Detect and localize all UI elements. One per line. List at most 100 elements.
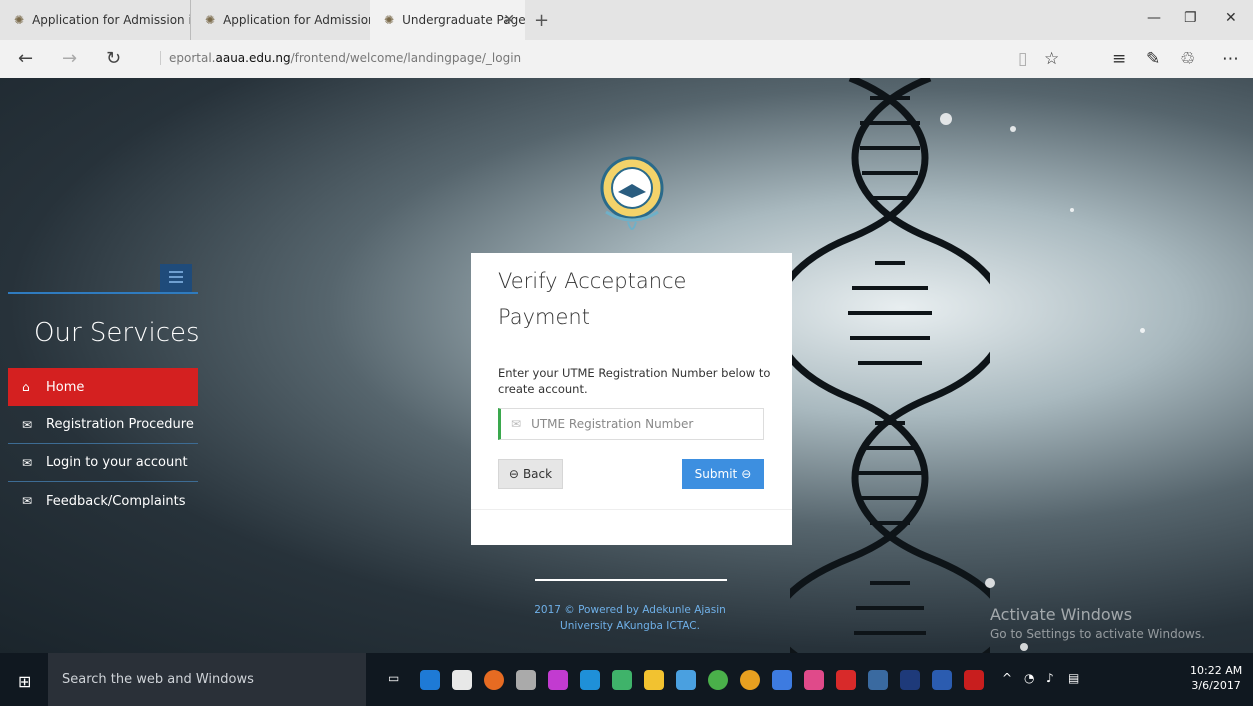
app-icon[interactable] bbox=[708, 670, 728, 690]
wifi-icon[interactable]: ◔ bbox=[1024, 671, 1034, 685]
decorative-dot bbox=[1020, 643, 1028, 651]
envelope-icon: ✉ bbox=[22, 417, 33, 432]
notifications-icon[interactable]: ▤ bbox=[1068, 671, 1079, 685]
url-prefix: eportal. bbox=[169, 51, 216, 65]
arrow-right-circle-icon: ⊖ bbox=[741, 467, 752, 481]
app-icon[interactable] bbox=[804, 670, 824, 690]
file-explorer-icon[interactable] bbox=[644, 670, 664, 690]
sidebar-item-label: Registration Procedure bbox=[46, 417, 194, 432]
form-hint: Enter your UTME Registration Number belo… bbox=[498, 366, 771, 396]
address-bar: ← → ↻ eportal.aaua.edu.ng/frontend/welco… bbox=[0, 40, 1253, 79]
sidebar-item-login[interactable]: ✉ Login to your account bbox=[8, 444, 198, 482]
share-icon[interactable]: ♲ bbox=[1180, 49, 1195, 69]
back-button-label: Back bbox=[522, 467, 553, 481]
clock-time: 10:22 AM bbox=[1190, 664, 1243, 677]
verify-acceptance-card: Verify Acceptance Payment Enter your UTM… bbox=[471, 253, 792, 545]
tab-application-2[interactable]: ✺ Application for Admission in bbox=[190, 0, 370, 40]
decorative-dot bbox=[1010, 126, 1016, 132]
more-icon[interactable]: ⋯ bbox=[1222, 49, 1239, 69]
form-title: Verify Acceptance Payment bbox=[498, 269, 687, 329]
tab-undergraduate-page[interactable]: ✺ Undergraduate Page | A ✕ bbox=[370, 0, 525, 40]
new-tab-icon[interactable]: + bbox=[534, 10, 549, 31]
sidebar-divider bbox=[8, 292, 198, 294]
store-icon[interactable] bbox=[452, 670, 472, 690]
back-button[interactable]: ⊖ Back bbox=[498, 459, 563, 489]
web-note-icon[interactable]: ✎ bbox=[1146, 49, 1160, 69]
utme-registration-field[interactable]: ✉ bbox=[498, 408, 764, 440]
acrobat-icon[interactable] bbox=[964, 670, 984, 690]
taskbar-clock[interactable]: 10:22 AM 3/6/2017 bbox=[1190, 663, 1242, 693]
reading-view-icon[interactable]: ▯ bbox=[1018, 49, 1027, 69]
tab-label: Application for Admission in bbox=[32, 13, 190, 27]
windows-taskbar: ⊞ Search the web and Windows ▭ ^ ◔ ♪ ▤ 1… bbox=[0, 653, 1253, 706]
word-icon[interactable] bbox=[932, 670, 952, 690]
app-icon[interactable] bbox=[612, 670, 632, 690]
envelope-icon: ✉ bbox=[22, 455, 33, 470]
refresh-icon[interactable]: ↻ bbox=[106, 48, 121, 69]
close-tab-icon[interactable]: ✕ bbox=[503, 12, 515, 28]
aaua-favicon-icon: ✺ bbox=[384, 13, 395, 27]
submit-button-label: Submit bbox=[694, 467, 738, 481]
taskbar-search-placeholder: Search the web and Windows bbox=[62, 672, 254, 687]
sidebar-item-label: Login to your account bbox=[46, 455, 188, 470]
services-menu: ⌂ Home ✉ Registration Procedure ✉ Login … bbox=[8, 368, 198, 520]
forward-arrow-icon[interactable]: → bbox=[62, 48, 77, 69]
hub-icon[interactable]: ≡ bbox=[1112, 49, 1126, 69]
firefox-icon[interactable] bbox=[484, 670, 504, 690]
envelope-icon: ✉ bbox=[22, 494, 33, 508]
utme-registration-input[interactable] bbox=[529, 416, 754, 432]
aaua-favicon-icon: ✺ bbox=[205, 13, 216, 27]
dna-helix-image bbox=[790, 78, 990, 653]
minimize-icon[interactable]: — bbox=[1147, 10, 1161, 26]
task-view-icon[interactable]: ▭ bbox=[388, 671, 399, 685]
url-field[interactable]: eportal.aaua.edu.ng/frontend/welcome/lan… bbox=[160, 51, 521, 65]
sidebar-title: Our Services bbox=[34, 318, 200, 348]
photoshop-icon[interactable] bbox=[900, 670, 920, 690]
home-icon: ⌂ bbox=[22, 380, 30, 394]
clock-date: 3/6/2017 bbox=[1191, 679, 1241, 692]
windows-start-icon[interactable]: ⊞ bbox=[18, 672, 31, 691]
arrow-left-circle-icon: ⊖ bbox=[508, 467, 519, 481]
media-app-icon[interactable] bbox=[548, 670, 568, 690]
back-arrow-icon[interactable]: ← bbox=[18, 48, 33, 69]
chevron-up-icon[interactable]: ^ bbox=[1002, 671, 1012, 685]
url-path: /frontend/welcome/landingpage/_login bbox=[290, 51, 522, 65]
aaua-favicon-icon: ✺ bbox=[14, 13, 25, 27]
decorative-dot bbox=[1140, 328, 1145, 333]
app-icon[interactable] bbox=[868, 670, 888, 690]
sidebar-item-registration-procedure[interactable]: ✉ Registration Procedure bbox=[8, 406, 198, 444]
page-background: Our Services ⌂ Home ✉ Registration Proce… bbox=[0, 78, 1253, 653]
envelope-icon: ✉ bbox=[511, 417, 522, 431]
sidebar-item-label: Feedback/Complaints bbox=[46, 493, 186, 509]
footer-divider bbox=[535, 579, 727, 581]
tab-strip: ✺ Application for Admission in ✺ Applica… bbox=[0, 0, 1253, 40]
decorative-dot bbox=[940, 113, 952, 125]
activate-windows-watermark: Activate Windows bbox=[990, 605, 1133, 624]
app-icon[interactable] bbox=[580, 670, 600, 690]
favorite-star-icon[interactable]: ☆ bbox=[1044, 49, 1059, 69]
app-icon[interactable] bbox=[772, 670, 792, 690]
footer-line-1: 2017 © Powered by Adekunle Ajasin bbox=[534, 604, 726, 616]
app-icon[interactable] bbox=[836, 670, 856, 690]
university-logo bbox=[600, 156, 664, 230]
footer-text: 2017 © Powered by Adekunle Ajasin Univer… bbox=[520, 602, 740, 634]
submit-button[interactable]: Submit ⊖ bbox=[682, 459, 764, 489]
sidebar-item-label: Home bbox=[46, 379, 85, 395]
footer-line-2: University AKungba ICTAC. bbox=[560, 620, 700, 632]
edge-browser-icon[interactable] bbox=[420, 670, 440, 690]
sidebar-toggle-button[interactable] bbox=[160, 264, 192, 292]
restore-icon[interactable]: ❐ bbox=[1184, 10, 1197, 26]
decorative-dot bbox=[1070, 208, 1074, 212]
card-divider bbox=[471, 509, 792, 510]
activate-windows-subtitle: Go to Settings to activate Windows. bbox=[990, 627, 1205, 641]
chrome-icon[interactable] bbox=[740, 670, 760, 690]
close-window-icon[interactable]: ✕ bbox=[1225, 10, 1237, 26]
tab-application-1[interactable]: ✺ Application for Admission in bbox=[0, 0, 190, 40]
network-app-icon[interactable] bbox=[516, 670, 536, 690]
sidebar-item-home[interactable]: ⌂ Home bbox=[8, 368, 198, 406]
decorative-dot bbox=[985, 578, 995, 588]
sidebar-item-feedback[interactable]: ✉ Feedback/Complaints bbox=[8, 482, 198, 520]
taskbar-search-box[interactable]: Search the web and Windows bbox=[48, 653, 366, 706]
app-icon[interactable] bbox=[676, 670, 696, 690]
volume-icon[interactable]: ♪ bbox=[1046, 671, 1054, 685]
